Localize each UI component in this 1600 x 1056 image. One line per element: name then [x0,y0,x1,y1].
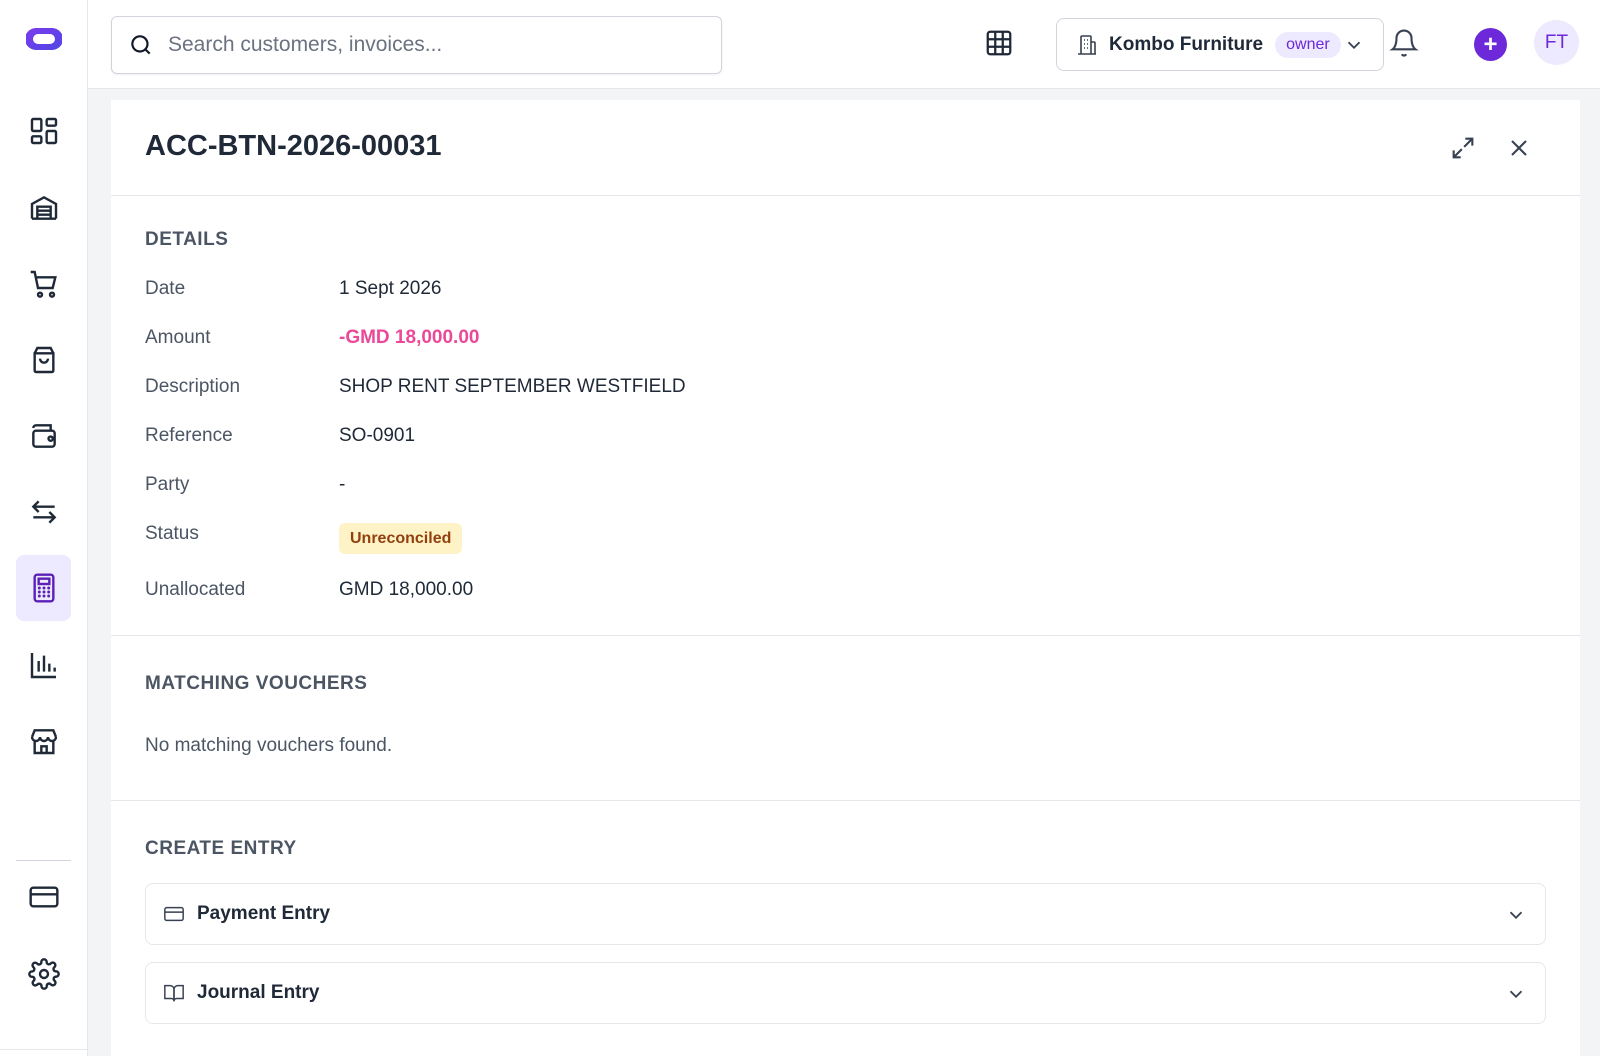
warehouse-icon [30,195,57,220]
sidebar-item-accounting[interactable] [16,555,71,621]
description-value: SHOP RENT SEPTEMBER WESTFIELD [339,376,686,397]
close-button[interactable] [1505,134,1533,162]
create-entry-section-title: CREATE ENTRY [145,838,297,859]
top-bar: Kombo Furniture owner + FT [88,0,1600,89]
unallocated-label: Unallocated [145,579,246,600]
bell-icon [1389,29,1419,57]
company-name: Kombo Furniture [1109,33,1264,55]
chevron-down-icon [1347,41,1361,50]
role-badge: owner [1275,31,1341,58]
card-icon [164,906,184,922]
bag-icon [32,346,55,374]
sidebar-item-sales[interactable] [16,251,71,317]
chevron-down-icon [1509,990,1523,999]
user-avatar[interactable]: FT [1534,20,1579,65]
date-label: Date [145,278,186,299]
reference-label: Reference [145,425,233,446]
sidebar-item-dashboard[interactable] [16,98,71,164]
expand-icon [1452,137,1474,159]
search-icon [131,35,151,55]
amount-value: -GMD 18,000.00 [339,327,480,348]
grid-icon [986,30,1012,56]
sidebar-item-transfers[interactable] [16,479,71,545]
no-matching-vouchers-message: No matching vouchers found. [145,735,393,756]
payment-entry-label: Payment Entry [197,903,331,924]
building-icon [1078,34,1096,55]
sidebar-item-billing[interactable] [16,864,71,930]
details-section-title: DETAILS [145,229,229,250]
transaction-detail-panel: ACC-BTN-2026-00031 DETAILS Date 1 Sept 2… [111,100,1580,1056]
company-switcher[interactable]: Kombo Furniture owner [1056,18,1384,71]
sidebar-item-wallet[interactable] [16,403,71,469]
dashboard-icon [30,117,57,145]
search-box[interactable] [111,16,722,74]
description-label: Description [145,376,241,397]
sidebar-item-purchases[interactable] [16,327,71,393]
party-label: Party [145,474,190,495]
transfer-icon [31,500,56,524]
payment-entry-accordion[interactable]: Payment Entry [145,883,1546,945]
page-title: ACC-BTN-2026-00031 [145,130,442,162]
status-badge: Unreconciled [339,523,463,554]
section-divider [111,800,1580,801]
sidebar-item-reports[interactable] [16,632,71,698]
date-value: 1 Sept 2026 [339,278,442,299]
party-value: - [339,474,346,495]
close-icon [1511,140,1527,156]
add-button[interactable]: + [1474,28,1507,61]
section-divider [111,635,1580,636]
sidebar-item-store[interactable] [16,708,71,774]
cart-icon [30,270,57,298]
logo-icon [26,28,62,50]
gear-icon [27,958,60,990]
sidebar [0,0,88,1056]
matching-vouchers-section-title: MATCHING VOUCHERS [145,673,368,694]
book-open-icon [164,984,184,1002]
search-input[interactable] [168,33,708,57]
sidebar-item-settings[interactable] [16,941,71,1007]
amount-label: Amount [145,327,211,348]
unallocated-value: GMD 18,000.00 [339,579,474,600]
apps-grid-button[interactable] [984,28,1014,58]
sidebar-bottom-divider [0,1049,88,1050]
reference-value: SO-0901 [339,425,416,446]
chart-icon [30,653,56,679]
sidebar-divider [16,860,71,861]
calculator-icon [32,573,55,603]
store-icon [30,729,57,755]
app-logo[interactable] [24,22,64,56]
panel-header: ACC-BTN-2026-00031 [111,100,1580,196]
wallet-icon [31,424,56,448]
notifications-button[interactable] [1389,28,1419,58]
card-icon [28,886,59,908]
journal-entry-label: Journal Entry [197,982,320,1003]
sidebar-item-inventory[interactable] [16,175,71,241]
journal-entry-accordion[interactable]: Journal Entry [145,962,1546,1024]
status-label: Status [145,523,199,544]
chevron-down-icon [1509,911,1523,920]
expand-button[interactable] [1449,134,1477,162]
